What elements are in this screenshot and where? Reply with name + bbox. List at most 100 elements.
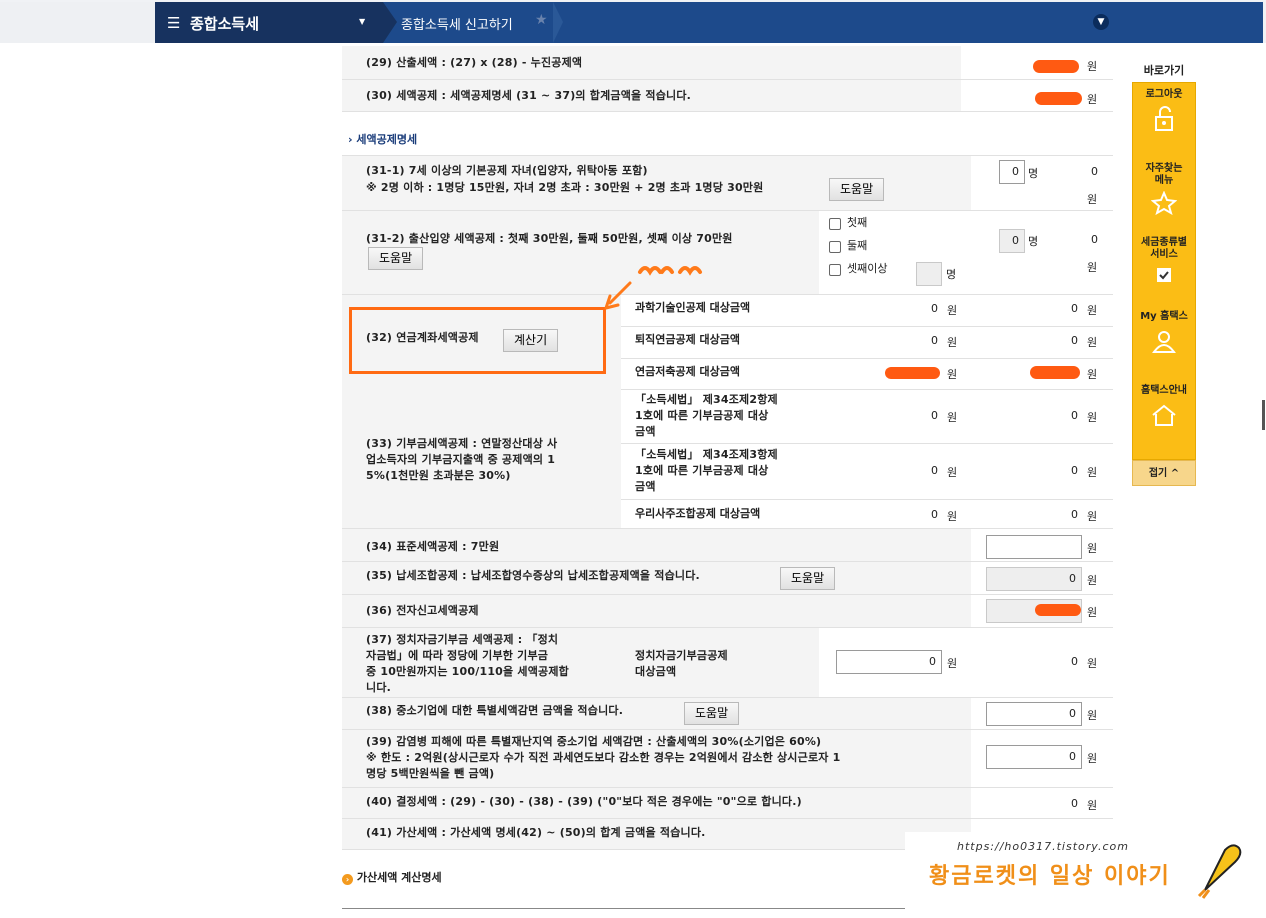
- row-37-amount: 0: [1071, 655, 1078, 668]
- political-donation-input[interactable]: 0: [836, 650, 942, 674]
- quick-hometax-guide[interactable]: 홈택스안내: [1133, 379, 1195, 453]
- checkbox-first-label: 첫째: [847, 216, 868, 229]
- checkbox-first[interactable]: [829, 218, 841, 230]
- row-37-line4: 니다.: [366, 681, 392, 694]
- scrollbar-thumb[interactable]: [1262, 400, 1265, 430]
- unit-won: 원: [947, 466, 958, 479]
- row-33-sub1-l2: 1호에 따른 기부금공제 대상: [635, 409, 769, 422]
- rocket-icon: [1197, 844, 1242, 899]
- row-33-sub3-b: 0: [1071, 508, 1078, 521]
- unit-won: 원: [1087, 193, 1098, 206]
- row-36-label: (36) 전자신고세액공제: [366, 604, 479, 617]
- row-33-line3: 5%(1천만원 초과분은 30%): [366, 469, 511, 482]
- unit-won: 원: [1087, 60, 1098, 73]
- row-39-line3: 명당 5백만원씩을 뺀 금액): [366, 767, 495, 780]
- quick-favorites[interactable]: 자주찾는 메뉴: [1133, 157, 1195, 231]
- divider: [621, 358, 1113, 359]
- unit-won: 원: [1087, 368, 1098, 381]
- divider: [621, 326, 1113, 327]
- caret-down-icon[interactable]: ▼: [359, 17, 365, 26]
- row-32-sub3-label: 연금저축공제 대상금액: [635, 365, 741, 378]
- section-header-tax-credit: › 세액공제명세: [348, 133, 418, 146]
- unit-won: 원: [1087, 752, 1098, 765]
- help-button[interactable]: 도움말: [829, 178, 885, 201]
- children-count-input[interactable]: 0: [999, 160, 1025, 184]
- third-plus-count-input[interactable]: [916, 262, 942, 286]
- divider: [342, 111, 1113, 112]
- unit-won: 원: [1087, 304, 1098, 317]
- unit-won: 원: [1087, 574, 1098, 587]
- row-31-1-label: (31-1) 7세 이상의 기본공제 자녀(입양자, 위탁아동 포함): [366, 164, 648, 177]
- house-icon: [1152, 404, 1176, 426]
- menu-title[interactable]: 종합소득세: [190, 13, 259, 34]
- unit-won: 원: [947, 368, 958, 381]
- favorite-star-icon[interactable]: ★: [535, 12, 548, 28]
- row-29-label: (29) 산출세액 : (27) x (28) - 누진공제액: [366, 56, 583, 69]
- divider: [621, 443, 1113, 444]
- checkbox-third-plus[interactable]: [829, 264, 841, 276]
- row-37-line1: (37) 정치자금기부금 세액공제 : 「정치: [366, 633, 559, 646]
- unlock-icon: [1155, 106, 1173, 131]
- user-icon: [1152, 331, 1176, 353]
- row-33-sub1-a: 0: [931, 409, 938, 422]
- quick-tax-type-service[interactable]: 세금종류별 서비스: [1133, 231, 1195, 305]
- row-31-1-amount: 0: [1091, 165, 1098, 178]
- menu-selector[interactable]: ☰ 종합소득세 ▼: [155, 2, 383, 43]
- unit-person: 명: [1028, 235, 1039, 248]
- row-35-label: (35) 납세조합공제 : 납세조합영수증상의 납세조합공제액을 적습니다.: [366, 569, 700, 582]
- unit-won: 원: [947, 411, 958, 424]
- unit-won: 원: [1087, 709, 1098, 722]
- row-31-2-amount: 0: [1091, 233, 1098, 246]
- quick-links-title: 바로가기: [1143, 64, 1185, 77]
- quick-item-label: 자주찾는 메뉴: [1145, 163, 1183, 186]
- breadcrumb: 종합소득세 신고하기 ★ ▼: [383, 2, 1263, 43]
- redacted-amount: [1033, 60, 1079, 73]
- quick-item-label: 로그아웃: [1145, 89, 1183, 100]
- help-button[interactable]: 도움말: [684, 702, 740, 725]
- row-33-sub2-a: 0: [931, 464, 938, 477]
- unit-won: 원: [1087, 466, 1098, 479]
- row-41-label: (41) 가산세액 : 가산세액 명세(42) ~ (50)의 합계 금액을 적…: [366, 826, 706, 839]
- unit-won: 원: [1087, 606, 1098, 619]
- checkbox-icon: [1157, 268, 1171, 282]
- divider: [621, 499, 1113, 500]
- quick-my-hometax[interactable]: My 홈택스: [1133, 305, 1195, 379]
- row-32-sub1-b: 0: [1071, 302, 1078, 315]
- standard-credit-input[interactable]: [986, 535, 1082, 559]
- row-37-line2: 자금법」에 따라 정당에 기부한 기부금: [366, 649, 549, 662]
- hamburger-icon[interactable]: ☰: [167, 14, 180, 32]
- row-33-line1: (33) 기부금세액공제 : 연말정산대상 사: [366, 437, 558, 450]
- row-33-sub2-l1: 「소득세법」 제34조제3항제: [635, 448, 778, 461]
- disaster-reduction-input[interactable]: 0: [986, 745, 1082, 769]
- row-33-sub1-l1: 「소득세법」 제34조제2항제: [635, 393, 778, 406]
- birth-adoption-count-input[interactable]: 0: [999, 229, 1025, 253]
- help-button[interactable]: 도움말: [780, 567, 836, 590]
- redacted-amount: [885, 367, 940, 379]
- row-32-sub2-b: 0: [1071, 334, 1078, 347]
- unit-won: 원: [947, 657, 958, 670]
- row-32-sub1-label: 과학기술인공제 대상금액: [635, 301, 751, 314]
- section-title: 세액공제명세: [356, 133, 418, 146]
- help-button[interactable]: 도움말: [368, 247, 424, 270]
- checkbox-third-plus-label: 셋째이상: [847, 262, 888, 275]
- unit-won: 원: [947, 336, 958, 349]
- quick-logout[interactable]: 로그아웃: [1133, 83, 1195, 157]
- tax-association-credit-input[interactable]: 0: [986, 567, 1082, 591]
- breadcrumb-current[interactable]: 종합소득세 신고하기: [401, 14, 513, 33]
- row-33-sub2-l2: 1호에 따른 기부금공제 대상: [635, 464, 769, 477]
- checkbox-second[interactable]: [829, 241, 841, 253]
- expand-down-icon[interactable]: ▼: [1093, 14, 1109, 30]
- unit-person: 명: [1028, 167, 1039, 180]
- quick-item-label: My 홈택스: [1140, 311, 1188, 322]
- row-33-sub2-l3: 금액: [635, 480, 656, 493]
- quick-links-box: 로그아웃 자주찾는 메뉴 세금종류별 서비스 My 홈택스 홈택스안내: [1132, 82, 1196, 460]
- row-31-2-label: (31-2) 출산입양 세액공제 : 첫째 30만원, 둘째 50만원, 셋째 …: [366, 232, 733, 245]
- sme-reduction-input[interactable]: 0: [986, 702, 1082, 726]
- row-40-label: (40) 결정세액 : (29) - (30) - (38) - (39) ("…: [366, 795, 802, 808]
- unit-person: 명: [946, 268, 957, 281]
- section-header-penalty: › 가산세액 계산명세: [342, 869, 442, 885]
- unit-won: 원: [1087, 657, 1098, 670]
- collapse-button[interactable]: 접기 ^: [1132, 460, 1196, 486]
- top-navigation-bar: ☰ 종합소득세 ▼ 종합소득세 신고하기 ★ ▼: [0, 0, 1266, 43]
- unit-won: 원: [1087, 411, 1098, 424]
